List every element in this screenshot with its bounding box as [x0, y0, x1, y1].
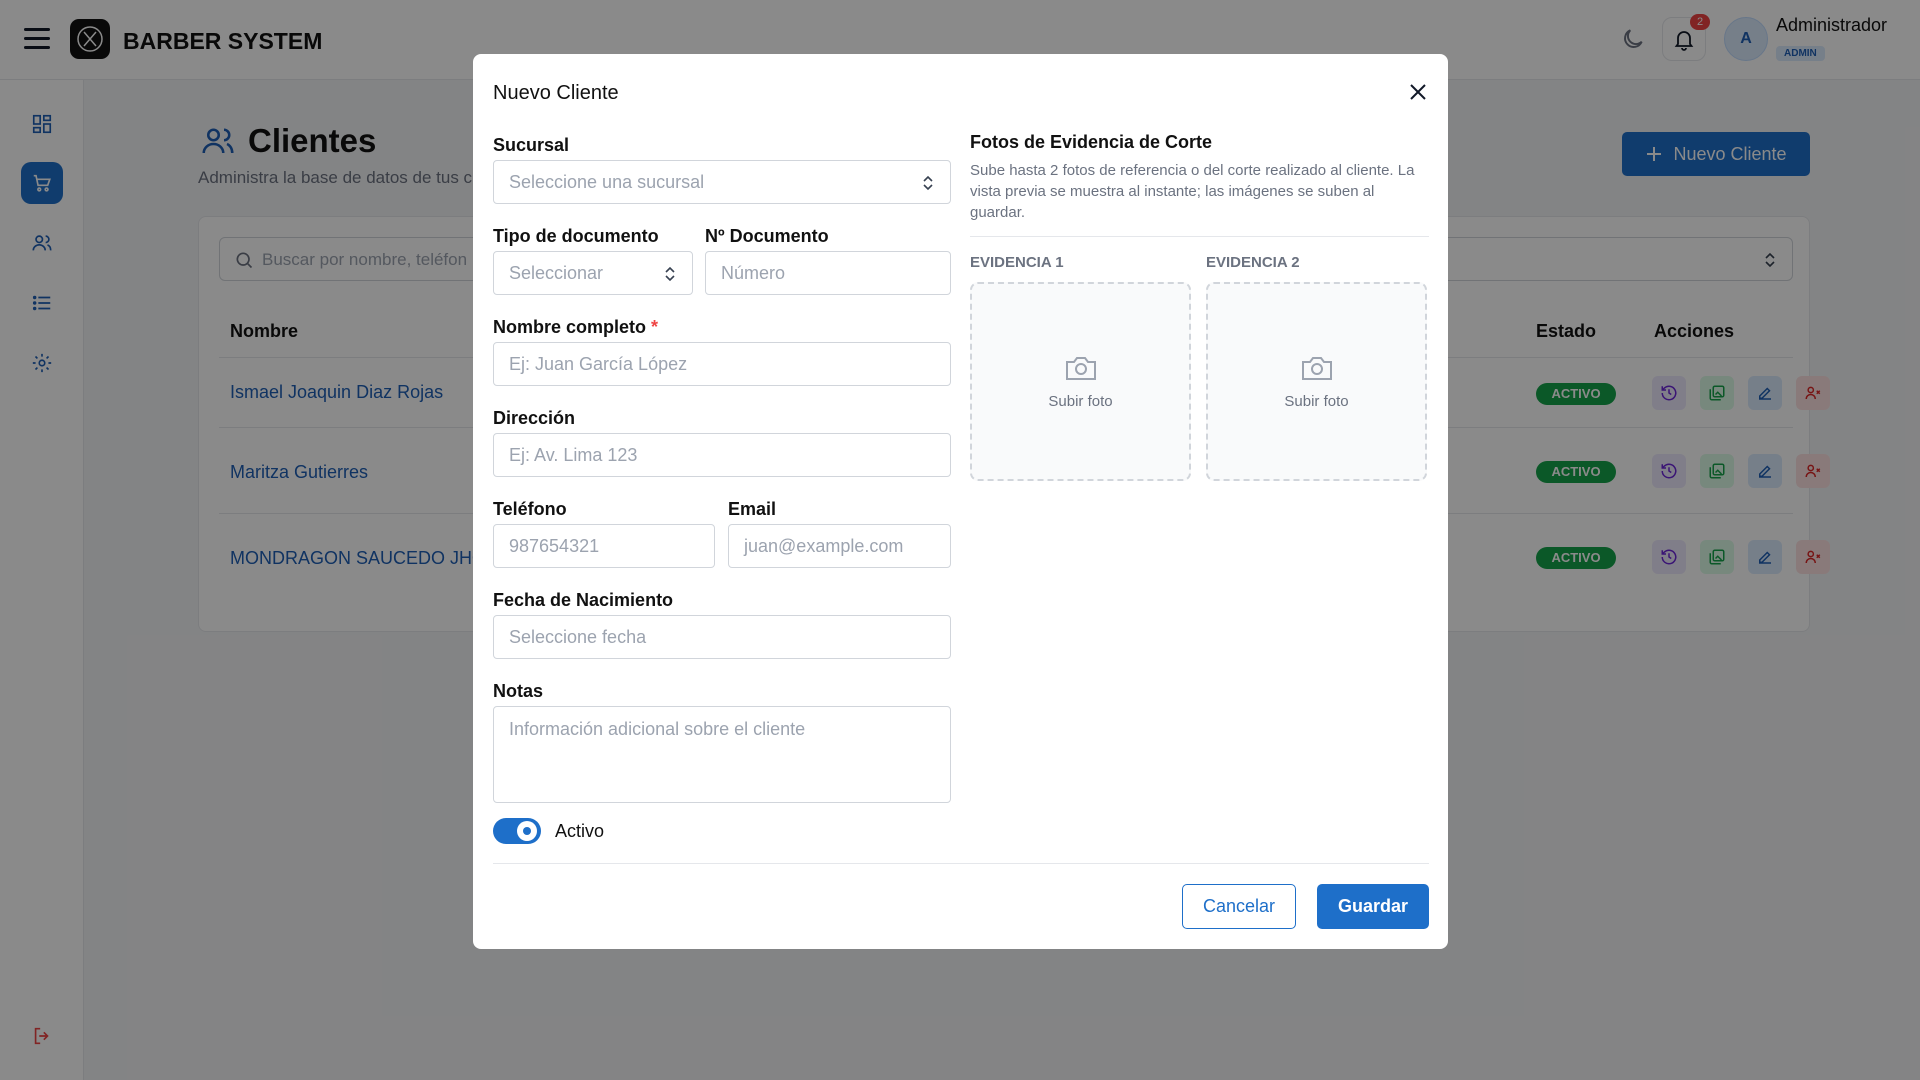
camera-icon	[1065, 357, 1096, 380]
evidence-1-upload-label: Subir foto	[1048, 393, 1113, 410]
address-input[interactable]: Ej: Av. Lima 123	[493, 433, 951, 477]
document-type-placeholder: Seleccionar	[509, 263, 604, 283]
evidence-2-label: EVIDENCIA 2	[1206, 254, 1300, 271]
full-name-placeholder: Ej: Juan García López	[509, 354, 688, 374]
evidence-2-upload-label: Subir foto	[1284, 393, 1349, 410]
evidence-1-label: EVIDENCIA 1	[970, 254, 1064, 271]
email-placeholder: juan@example.com	[744, 536, 904, 556]
modal-title: Nuevo Cliente	[493, 82, 619, 104]
birthdate-placeholder: Seleccione fecha	[509, 627, 647, 647]
notes-textarea[interactable]: Información adicional sobre el cliente	[493, 706, 951, 803]
address-label: Dirección	[493, 408, 576, 428]
notes-placeholder: Información adicional sobre el cliente	[509, 719, 806, 739]
new-client-modal: Nuevo Cliente Sucursal Seleccione una su…	[473, 54, 1448, 949]
cancel-button[interactable]: Cancelar	[1182, 884, 1296, 929]
chevron-updown-icon	[665, 266, 675, 282]
phone-placeholder: 987654321	[509, 536, 600, 556]
close-icon	[1410, 84, 1426, 100]
camera-icon	[1301, 357, 1332, 380]
evidence-1-upload[interactable]: Subir foto	[970, 282, 1191, 481]
notes-label: Notas	[493, 681, 544, 701]
full-name-label-text: Nombre completo	[493, 317, 647, 337]
sucursal-select[interactable]: Seleccione una sucursal	[493, 160, 951, 204]
document-number-input[interactable]: Número	[705, 251, 951, 295]
full-name-input[interactable]: Ej: Juan García López	[493, 342, 951, 386]
active-toggle[interactable]	[493, 818, 541, 844]
document-type-select[interactable]: Seleccionar	[493, 251, 693, 295]
save-button[interactable]: Guardar	[1317, 884, 1429, 929]
divider	[970, 236, 1429, 237]
email-input[interactable]: juan@example.com	[728, 524, 951, 568]
active-toggle-label: Activo	[555, 821, 605, 841]
footer-divider	[493, 863, 1429, 864]
email-label: Email	[728, 499, 777, 519]
document-number-placeholder: Número	[721, 263, 786, 283]
required-mark: *	[651, 317, 659, 337]
sucursal-placeholder: Seleccione una sucursal	[509, 172, 705, 192]
full-name-label: Nombre completo *	[493, 317, 658, 338]
sucursal-label: Sucursal	[493, 135, 570, 155]
document-type-label: Tipo de documento	[493, 226, 659, 246]
birthdate-label: Fecha de Nacimiento	[493, 590, 674, 610]
birthdate-picker[interactable]: Seleccione fecha	[493, 615, 951, 659]
close-button[interactable]	[1408, 82, 1428, 107]
phone-input[interactable]: 987654321	[493, 524, 715, 568]
address-placeholder: Ej: Av. Lima 123	[509, 445, 638, 465]
document-number-label: Nº Documento	[705, 226, 829, 246]
photos-section-description: Sube hasta 2 fotos de referencia o del c…	[970, 162, 1415, 221]
evidence-2-upload[interactable]: Subir foto	[1206, 282, 1427, 481]
phone-label: Teléfono	[493, 499, 567, 519]
chevron-updown-icon	[923, 175, 933, 191]
photos-section-title: Fotos de Evidencia de Corte	[970, 132, 1213, 152]
